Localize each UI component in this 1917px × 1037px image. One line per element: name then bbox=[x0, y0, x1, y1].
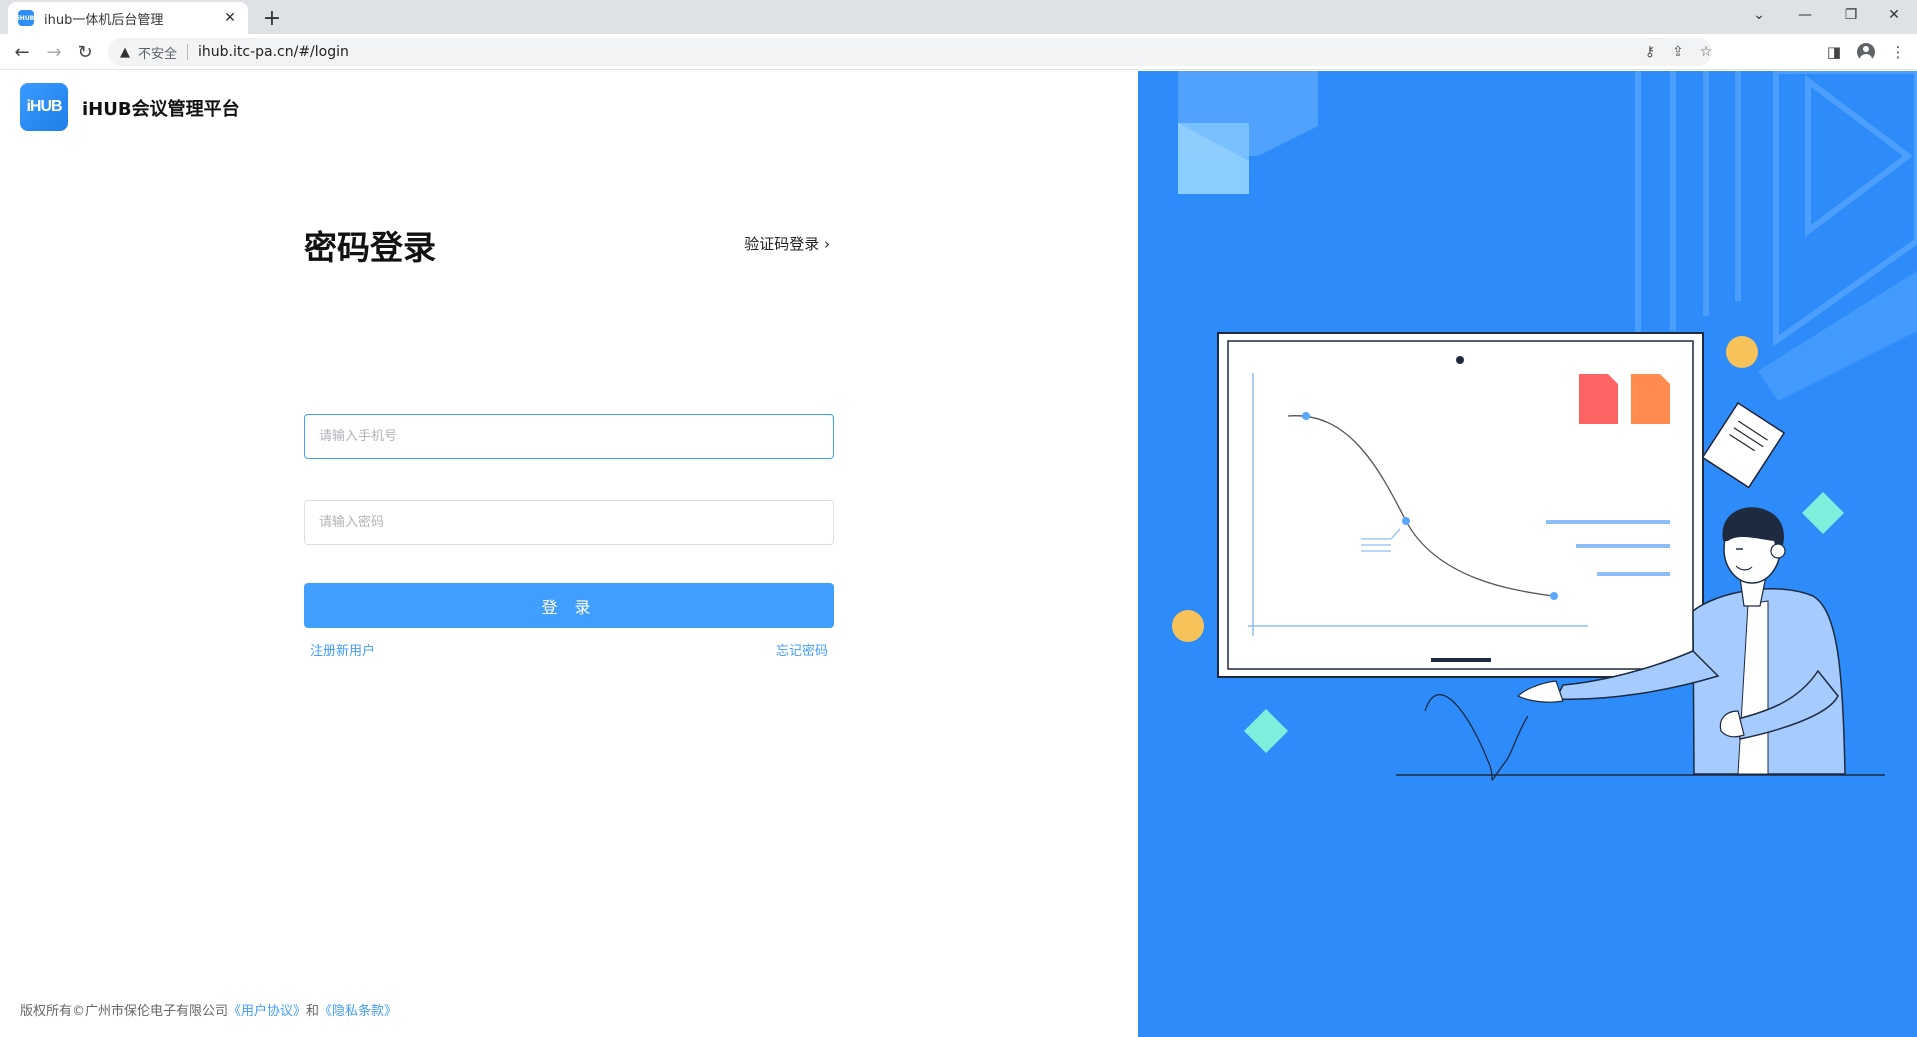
chart-point-2 bbox=[1402, 517, 1410, 525]
key-icon[interactable]: ⚷ bbox=[1636, 38, 1664, 66]
not-secure-label[interactable]: 不安全 bbox=[138, 43, 177, 62]
reload-icon[interactable]: ↻ bbox=[71, 38, 99, 66]
side-panel-icon[interactable]: ◨ bbox=[1820, 38, 1848, 66]
share-icon[interactable]: ⇪ bbox=[1664, 38, 1692, 66]
webcam-dot bbox=[1456, 356, 1464, 364]
privacy-link[interactable]: 《隐私条款》 bbox=[319, 1004, 397, 1019]
forgot-password-link[interactable]: 忘记密码 bbox=[776, 640, 828, 659]
page: iHUB iHUB会议管理平台 密码登录 验证码登录 › 登 录 注册新用户 忘… bbox=[0, 71, 1917, 1037]
page-title: 密码登录 bbox=[304, 228, 436, 267]
yellow-dot-right bbox=[1726, 336, 1758, 368]
user-agreement-link[interactable]: 《用户协议》 bbox=[228, 1004, 306, 1019]
bg-stripes bbox=[1635, 71, 1741, 341]
teal-gem-right bbox=[1802, 492, 1844, 534]
sms-login-label: 验证码登录 bbox=[744, 235, 820, 253]
minimize-icon[interactable]: — bbox=[1782, 0, 1828, 30]
close-tab-icon[interactable]: ✕ bbox=[222, 10, 238, 26]
back-icon[interactable]: ← bbox=[8, 38, 36, 66]
copyright-text: 版权所有©广州市保伦电子有限公司 bbox=[20, 1004, 229, 1019]
browser-tab-bar: iHUB ihub一体机后台管理 ✕ + ⌄ — ❐ ✕ bbox=[0, 0, 1917, 34]
chevron-right-icon: › bbox=[824, 235, 830, 253]
warning-icon[interactable]: ▲ bbox=[120, 45, 130, 60]
orange-card-shape bbox=[1631, 374, 1670, 424]
ihub-logo: iHUB bbox=[20, 83, 68, 131]
chart-point-1 bbox=[1302, 412, 1310, 420]
profile-icon[interactable] bbox=[1852, 38, 1880, 66]
chart-point-3 bbox=[1550, 592, 1558, 600]
login-button[interactable]: 登 录 bbox=[304, 583, 834, 628]
password-input[interactable] bbox=[304, 500, 834, 545]
brand-name: iHUB会议管理平台 bbox=[82, 99, 240, 120]
sms-login-link[interactable]: 验证码登录 › bbox=[744, 233, 830, 254]
restore-icon[interactable]: ❐ bbox=[1828, 0, 1874, 30]
forward-icon[interactable]: → bbox=[40, 38, 68, 66]
bookmark-star-icon[interactable]: ☆ bbox=[1692, 38, 1720, 66]
menu-icon[interactable]: ⋮ bbox=[1884, 38, 1912, 66]
phone-input[interactable] bbox=[304, 414, 834, 459]
browser-toolbar: ← → ↻ ▲ 不安全 ihub.itc-pa.cn/#/login ⚷ ⇪ ☆… bbox=[0, 34, 1917, 70]
presentation-illustration bbox=[1172, 71, 1917, 781]
illustration-panel bbox=[1138, 71, 1917, 1037]
tab-favicon-icon: iHUB bbox=[18, 10, 34, 26]
paper-sheet bbox=[1701, 401, 1786, 489]
cable-line bbox=[1424, 694, 1529, 781]
new-tab-icon[interactable]: + bbox=[258, 4, 286, 32]
register-link[interactable]: 注册新用户 bbox=[310, 640, 375, 659]
footer-and: 和 bbox=[306, 1004, 320, 1019]
tab-search-chevron-icon[interactable]: ⌄ bbox=[1736, 0, 1782, 30]
bg-triangle-shape bbox=[1805, 75, 1913, 237]
tab-title: ihub一体机后台管理 bbox=[44, 12, 164, 28]
address-bar[interactable]: ▲ 不安全 ihub.itc-pa.cn/#/login ⚷ ⇪ ☆ bbox=[108, 38, 1712, 66]
monitor-base-bar bbox=[1431, 658, 1491, 662]
address-separator bbox=[187, 44, 189, 60]
red-card-shape bbox=[1579, 374, 1618, 424]
window-close-icon[interactable]: ✕ bbox=[1871, 0, 1917, 30]
teal-gem-left bbox=[1244, 709, 1288, 753]
url-text[interactable]: ihub.itc-pa.cn/#/login bbox=[198, 44, 349, 60]
browser-tab[interactable]: iHUB ihub一体机后台管理 ✕ bbox=[8, 2, 248, 34]
yellow-dot-left bbox=[1172, 610, 1204, 642]
footer: 版权所有©广州市保伦电子有限公司《用户协议》和《隐私条款》 bbox=[20, 1000, 397, 1019]
login-panel: iHUB iHUB会议管理平台 密码登录 验证码登录 › 登 录 注册新用户 忘… bbox=[0, 71, 1138, 1037]
monitor-screen bbox=[1227, 340, 1694, 670]
